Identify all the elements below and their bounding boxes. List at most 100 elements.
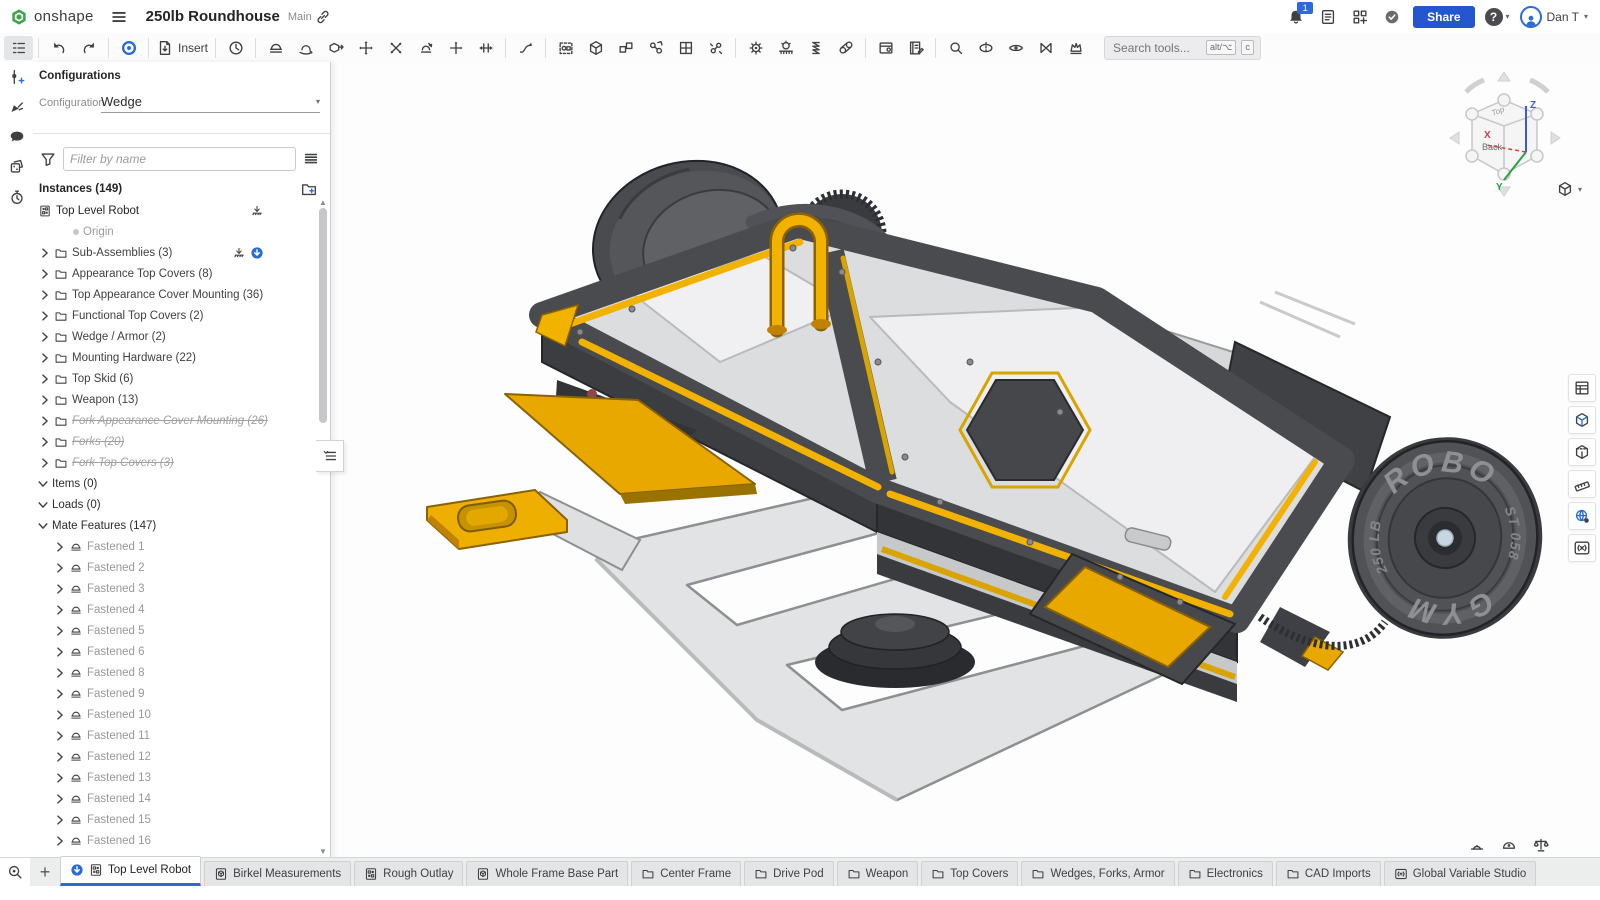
- insert-icon[interactable]: Insert: [154, 36, 210, 60]
- turntable-icon[interactable]: [1498, 834, 1520, 856]
- tab-cad-imports[interactable]: CAD Imports: [1276, 861, 1381, 886]
- scrollbar-thumb[interactable]: [319, 208, 327, 423]
- rack-pinion-relation-icon[interactable]: [771, 36, 800, 60]
- tree-folder-item[interactable]: Fork Appearance Cover Mounting (26): [33, 410, 314, 431]
- tab-wedges-forks-armor[interactable]: Wedges, Forks, Armor: [1021, 861, 1174, 886]
- chevron-right-icon[interactable]: [53, 729, 67, 743]
- tree-mate-item[interactable]: Fastened 2: [33, 557, 314, 578]
- tree-mate-item[interactable]: Fastened 14: [33, 788, 314, 809]
- tab-whole-frame-base-part[interactable]: Whole Frame Base Part: [466, 861, 628, 886]
- share-button[interactable]: Share: [1413, 6, 1474, 28]
- measure-icon[interactable]: [1568, 470, 1596, 498]
- tab-birkel-measurements[interactable]: Birkel Measurements: [204, 861, 351, 886]
- chevron-right-icon[interactable]: [38, 372, 52, 386]
- chevron-right-icon[interactable]: [53, 603, 67, 617]
- tree-mate-item[interactable]: Fastened 6: [33, 641, 314, 662]
- tree-folder-item[interactable]: Functional Top Covers (2): [33, 305, 314, 326]
- tree-folder-item[interactable]: Weapon (13): [33, 389, 314, 410]
- snap-mode-icon[interactable]: [611, 36, 640, 60]
- tree-folder-item[interactable]: Top Skid (6): [33, 368, 314, 389]
- isolate-icon[interactable]: [1031, 36, 1060, 60]
- slider-mate-icon[interactable]: [321, 36, 350, 60]
- tree-mate-item[interactable]: Fastened 5: [33, 620, 314, 641]
- rollback-icon[interactable]: [221, 36, 250, 60]
- revolute-mate-icon[interactable]: [291, 36, 320, 60]
- document-title[interactable]: 250lb Roundhouse: [146, 8, 280, 25]
- app-store-icon[interactable]: [1349, 6, 1371, 28]
- configurations-panel-icon[interactable]: [0, 62, 33, 92]
- screw-relation-icon[interactable]: [801, 36, 830, 60]
- tree-mate-item[interactable]: Fastened 13: [33, 767, 314, 788]
- chevron-right-icon[interactable]: [53, 645, 67, 659]
- ball-mate-icon[interactable]: [381, 36, 410, 60]
- tree-mate-item[interactable]: Fastened 9: [33, 683, 314, 704]
- user-menu[interactable]: Dan T ▾: [1520, 6, 1588, 28]
- tree-folder-item[interactable]: Wedge / Armor (2): [33, 326, 314, 347]
- chevron-right-icon[interactable]: [53, 687, 67, 701]
- chevron-right-icon[interactable]: [38, 288, 52, 302]
- tree-folder-item[interactable]: Sub-Assemblies (3): [33, 242, 314, 263]
- tree-mate-item[interactable]: Fastened 4: [33, 599, 314, 620]
- tree-folder-item[interactable]: Mounting Hardware (22): [33, 347, 314, 368]
- gear-relation-icon[interactable]: [741, 36, 770, 60]
- collapse-tree-handle[interactable]: [316, 440, 344, 472]
- view-menu[interactable]: ▾: [1556, 180, 1582, 198]
- tree-mate-item[interactable]: Fastened 16: [33, 830, 314, 851]
- new-tab-button[interactable]: +: [30, 858, 60, 886]
- section-cube-icon[interactable]: [1568, 438, 1596, 466]
- scroll-up-icon[interactable]: ▲: [318, 198, 328, 207]
- learning-center-icon[interactable]: [1381, 6, 1403, 28]
- chevron-right-icon[interactable]: [53, 540, 67, 554]
- undo-icon[interactable]: [44, 36, 73, 60]
- notifications-bell-icon[interactable]: 1: [1285, 6, 1307, 28]
- chevron-right-icon[interactable]: [38, 414, 52, 428]
- chevron-right-icon[interactable]: [53, 666, 67, 680]
- replicate-icon[interactable]: [641, 36, 670, 60]
- display-states-cube-icon[interactable]: [1568, 406, 1596, 434]
- chevron-right-icon[interactable]: [53, 792, 67, 806]
- chevron-right-icon[interactable]: [38, 393, 52, 407]
- display-states-icon[interactable]: [871, 36, 900, 60]
- chevron-down-icon[interactable]: [36, 498, 50, 512]
- onshape-logo[interactable]: onshape: [10, 8, 94, 26]
- scroll-down-icon[interactable]: ▼: [318, 847, 328, 856]
- search-tabs-icon[interactable]: [0, 858, 30, 886]
- tab-electronics[interactable]: Electronics: [1178, 861, 1273, 886]
- chevron-right-icon[interactable]: [53, 750, 67, 764]
- tab-top-covers[interactable]: Top Covers: [921, 861, 1018, 886]
- tree-section-header[interactable]: Mate Features (147): [33, 515, 314, 536]
- chevron-right-icon[interactable]: [38, 351, 52, 365]
- tree-mate-item[interactable]: Fastened 1: [33, 536, 314, 557]
- group-icon[interactable]: [551, 36, 580, 60]
- tree-mate-item[interactable]: Fastened 3: [33, 578, 314, 599]
- tree-mate-item[interactable]: Fastened 11: [33, 725, 314, 746]
- tree-folder-item[interactable]: Fork Top Covers (3): [33, 452, 314, 473]
- bom-table-icon[interactable]: [1568, 374, 1596, 402]
- features-panel-toggle-icon[interactable]: [4, 36, 33, 60]
- search-tools[interactable]: alt/⌥ c: [1104, 36, 1261, 60]
- chevron-right-icon[interactable]: [53, 771, 67, 785]
- render-settings-icon[interactable]: [1568, 502, 1596, 530]
- belt-relation-icon[interactable]: [831, 36, 860, 60]
- tree-folder-item[interactable]: Forks (20): [33, 431, 314, 452]
- fastened-mate-icon[interactable]: [261, 36, 290, 60]
- mate-connector-icon[interactable]: [581, 36, 610, 60]
- chevron-right-icon[interactable]: [53, 624, 67, 638]
- tree-section-header[interactable]: Items (0): [33, 473, 314, 494]
- tree-mate-item[interactable]: Fastened 15: [33, 809, 314, 830]
- new-folder-icon[interactable]: [298, 178, 320, 200]
- comments-panel-icon[interactable]: [0, 122, 33, 152]
- chevron-right-icon[interactable]: [38, 330, 52, 344]
- tree-section-header[interactable]: Loads (0): [33, 494, 314, 515]
- custom-tables-panel-icon[interactable]: [0, 152, 33, 182]
- parallel-mate-icon[interactable]: [471, 36, 500, 60]
- configuration-select[interactable]: Wedge ▾: [101, 94, 320, 113]
- tab-weapon[interactable]: Weapon: [837, 861, 919, 886]
- print-3d-icon[interactable]: [1466, 834, 1488, 856]
- tab-rough-outlay[interactable]: Rough Outlay: [354, 861, 463, 886]
- chevron-down-icon[interactable]: [36, 477, 50, 491]
- search-tools-input[interactable]: [1111, 40, 1201, 56]
- tab-top-level-robot[interactable]: Top Level Robot: [60, 856, 201, 886]
- tree-mate-item[interactable]: Fastened 8: [33, 662, 314, 683]
- appearance-icon[interactable]: [1061, 36, 1090, 60]
